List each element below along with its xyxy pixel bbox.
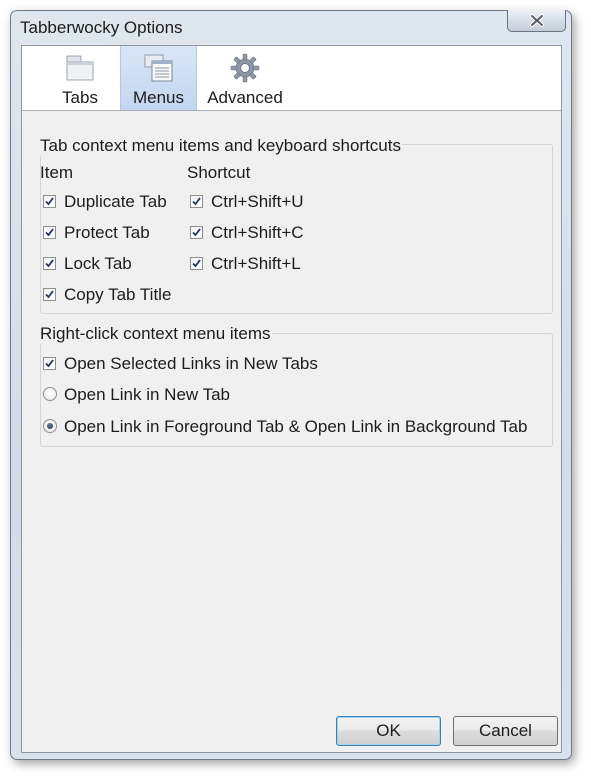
lock-tab-label: Lock Tab — [64, 254, 132, 273]
close-button[interactable] — [507, 10, 566, 32]
shortcut-column-header: Shortcut — [187, 163, 251, 182]
tabs-icon — [66, 55, 94, 81]
close-icon — [529, 14, 544, 27]
duplicate-tab-shortcut-checkbox[interactable] — [190, 195, 203, 208]
checkmark-icon — [45, 359, 54, 368]
options-window: Tabberwocky Options Tabs Menus Advanced … — [10, 10, 572, 760]
tab-menus[interactable]: Menus — [120, 46, 197, 110]
checkmark-icon — [192, 228, 201, 237]
open-link-new-tab-label: Open Link in New Tab — [64, 385, 231, 404]
tab-label: Menus — [132, 88, 185, 107]
copy-tab-title-label: Copy Tab Title — [64, 285, 172, 304]
checkmark-icon — [45, 259, 54, 268]
title-bar[interactable]: Tabberwocky Options — [11, 10, 571, 45]
open-selected-links-checkbox[interactable] — [43, 357, 56, 370]
item-column-header: Item — [40, 163, 74, 182]
checkmark-icon — [45, 197, 54, 206]
copy-tab-title-checkbox[interactable] — [43, 288, 56, 301]
protect-tab-shortcut-label: Ctrl+Shift+C — [211, 223, 304, 242]
ok-button[interactable]: OK — [336, 716, 441, 746]
radio-selected-dot — [47, 423, 53, 429]
cancel-button[interactable]: Cancel — [453, 716, 558, 746]
group-title: Right-click context menu items — [39, 324, 272, 344]
lock-tab-shortcut-checkbox[interactable] — [190, 257, 203, 270]
protect-tab-label: Protect Tab — [64, 223, 150, 242]
checkmark-icon — [45, 228, 54, 237]
tab-advanced[interactable]: Advanced — [200, 46, 290, 110]
tab-label: Tabs — [62, 88, 98, 107]
group-title: Tab context menu items and keyboard shor… — [39, 136, 402, 156]
open-link-new-tab-radio[interactable] — [43, 387, 57, 401]
duplicate-tab-label: Duplicate Tab — [64, 192, 167, 211]
lock-tab-checkbox[interactable] — [43, 257, 56, 270]
checkmark-icon — [45, 290, 54, 299]
tab-label: Advanced — [207, 88, 283, 107]
window-title: Tabberwocky Options — [20, 18, 183, 37]
duplicate-tab-checkbox[interactable] — [43, 195, 56, 208]
open-selected-links-label: Open Selected Links in New Tabs — [64, 354, 318, 373]
lock-tab-shortcut-label: Ctrl+Shift+L — [211, 254, 301, 273]
checkmark-icon — [192, 259, 201, 268]
dialog-content: Tabs Menus Advanced Tab context menu ite… — [21, 45, 562, 753]
open-link-foreground-background-radio[interactable] — [43, 419, 57, 433]
checkmark-icon — [192, 197, 201, 206]
tab-tabs[interactable]: Tabs — [42, 46, 118, 110]
protect-tab-checkbox[interactable] — [43, 226, 56, 239]
gear-icon — [230, 53, 260, 83]
open-link-foreground-background-label: Open Link in Foreground Tab & Open Link … — [64, 417, 528, 436]
options-toolbar: Tabs Menus Advanced — [22, 46, 561, 111]
menus-icon — [144, 54, 172, 82]
duplicate-tab-shortcut-label: Ctrl+Shift+U — [211, 192, 304, 211]
protect-tab-shortcut-checkbox[interactable] — [190, 226, 203, 239]
